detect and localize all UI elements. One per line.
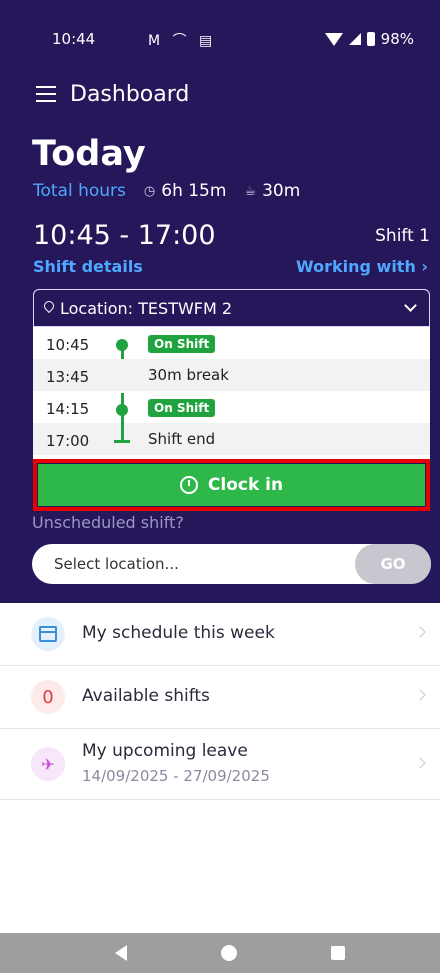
status-time: 10:44 (52, 30, 96, 48)
timeline-time: 13:45 (46, 368, 90, 386)
leave-dates: 14/09/2025 - 27/09/2025 (82, 767, 270, 785)
chevron-right-icon (414, 626, 426, 638)
recent-apps-icon[interactable] (331, 946, 345, 960)
go-button[interactable]: GO (355, 544, 431, 584)
list-item-leave[interactable]: ✈ My upcoming leave 14/09/2025 - 27/09/2… (0, 729, 440, 800)
back-icon[interactable] (115, 945, 127, 961)
hours-value: 6h 15m (161, 181, 227, 201)
on-shift-badge: On Shift (148, 335, 216, 353)
plane-icon-wrap: ✈ (31, 747, 65, 781)
timeline-row: 13:45 30m break (33, 359, 430, 391)
timeline-time: 10:45 (46, 336, 90, 354)
timeline-end (114, 440, 130, 443)
calendar-icon (39, 626, 57, 642)
system-nav-bar (0, 933, 440, 973)
timeline-time: 17:00 (46, 432, 90, 450)
signal-icon (348, 33, 361, 45)
calendar-icon-wrap (31, 617, 65, 651)
shift-details-link[interactable]: Shift details (33, 257, 143, 276)
available-title: Available shifts (82, 686, 210, 706)
timer-icon (179, 476, 198, 494)
battery-level: 98% (380, 30, 414, 48)
timeline-row: 17:00 Shift end (33, 423, 430, 455)
chevron-right-icon (414, 757, 426, 769)
on-shift-badge: On Shift (148, 399, 216, 417)
notification-icons: M ⌒ ▤ (148, 33, 217, 49)
available-count: 0 (42, 686, 54, 708)
timeline-line (121, 393, 124, 441)
list-item-schedule[interactable]: My schedule this week (0, 603, 440, 666)
cup-icon: ☕ (244, 183, 257, 199)
shift-time-range: 10:45 - 17:00 (33, 220, 216, 251)
timeline-row: 10:45 On Shift (33, 327, 430, 359)
working-with-link[interactable]: Working with › (296, 257, 428, 276)
timeline-desc: 30m break (148, 366, 229, 384)
today-title: Today (32, 134, 146, 174)
shift-label: Shift 1 (375, 226, 430, 246)
menu-icon[interactable] (36, 86, 56, 102)
clock-icon: ◷ (143, 183, 156, 199)
location-card: Location: TESTWFM 2 10:45 On Shift 13:45… (33, 289, 430, 459)
clock-in-label: Clock in (207, 475, 284, 495)
wifi-icon (324, 32, 343, 46)
location-select[interactable]: Select location... GO (32, 544, 431, 584)
page-title: Dashboard (70, 82, 190, 107)
location-label: Location: TESTWFM 2 (60, 299, 233, 318)
home-icon[interactable] (221, 945, 237, 961)
unscheduled-shift-label: Unscheduled shift? (32, 513, 184, 532)
select-placeholder: Select location... (54, 555, 179, 573)
plane-icon: ✈ (41, 754, 55, 774)
battery-icon (366, 32, 375, 46)
schedule-title: My schedule this week (82, 623, 275, 643)
total-hours-row: Total hours ◷ 6h 15m ☕ 30m (33, 181, 318, 201)
total-hours-label: Total hours (33, 181, 126, 201)
dashboard-list: My schedule this week 0 Available shifts… (0, 603, 440, 800)
dashboard-header: 10:44 M ⌒ ▤ 98% Dashboard Today Total ho… (0, 0, 440, 603)
timeline-row: 14:15 On Shift (33, 391, 430, 423)
leave-title: My upcoming leave (82, 741, 248, 761)
status-bar: 10:44 M ⌒ ▤ 98% (0, 0, 440, 70)
chevron-down-icon (404, 299, 417, 312)
timeline-desc: Shift end (148, 430, 216, 448)
pin-icon (41, 298, 57, 314)
location-dropdown[interactable]: Location: TESTWFM 2 (33, 289, 430, 327)
timeline-time: 14:15 (46, 400, 90, 418)
timeline-line (121, 347, 124, 359)
count-badge: 0 (31, 680, 65, 714)
break-value: 30m (262, 181, 301, 201)
chevron-right-icon (414, 689, 426, 701)
list-item-available-shifts[interactable]: 0 Available shifts (0, 666, 440, 729)
clock-in-button[interactable]: Clock in (38, 464, 425, 506)
status-right: 98% (324, 30, 414, 48)
app-bar: Dashboard (0, 76, 440, 116)
